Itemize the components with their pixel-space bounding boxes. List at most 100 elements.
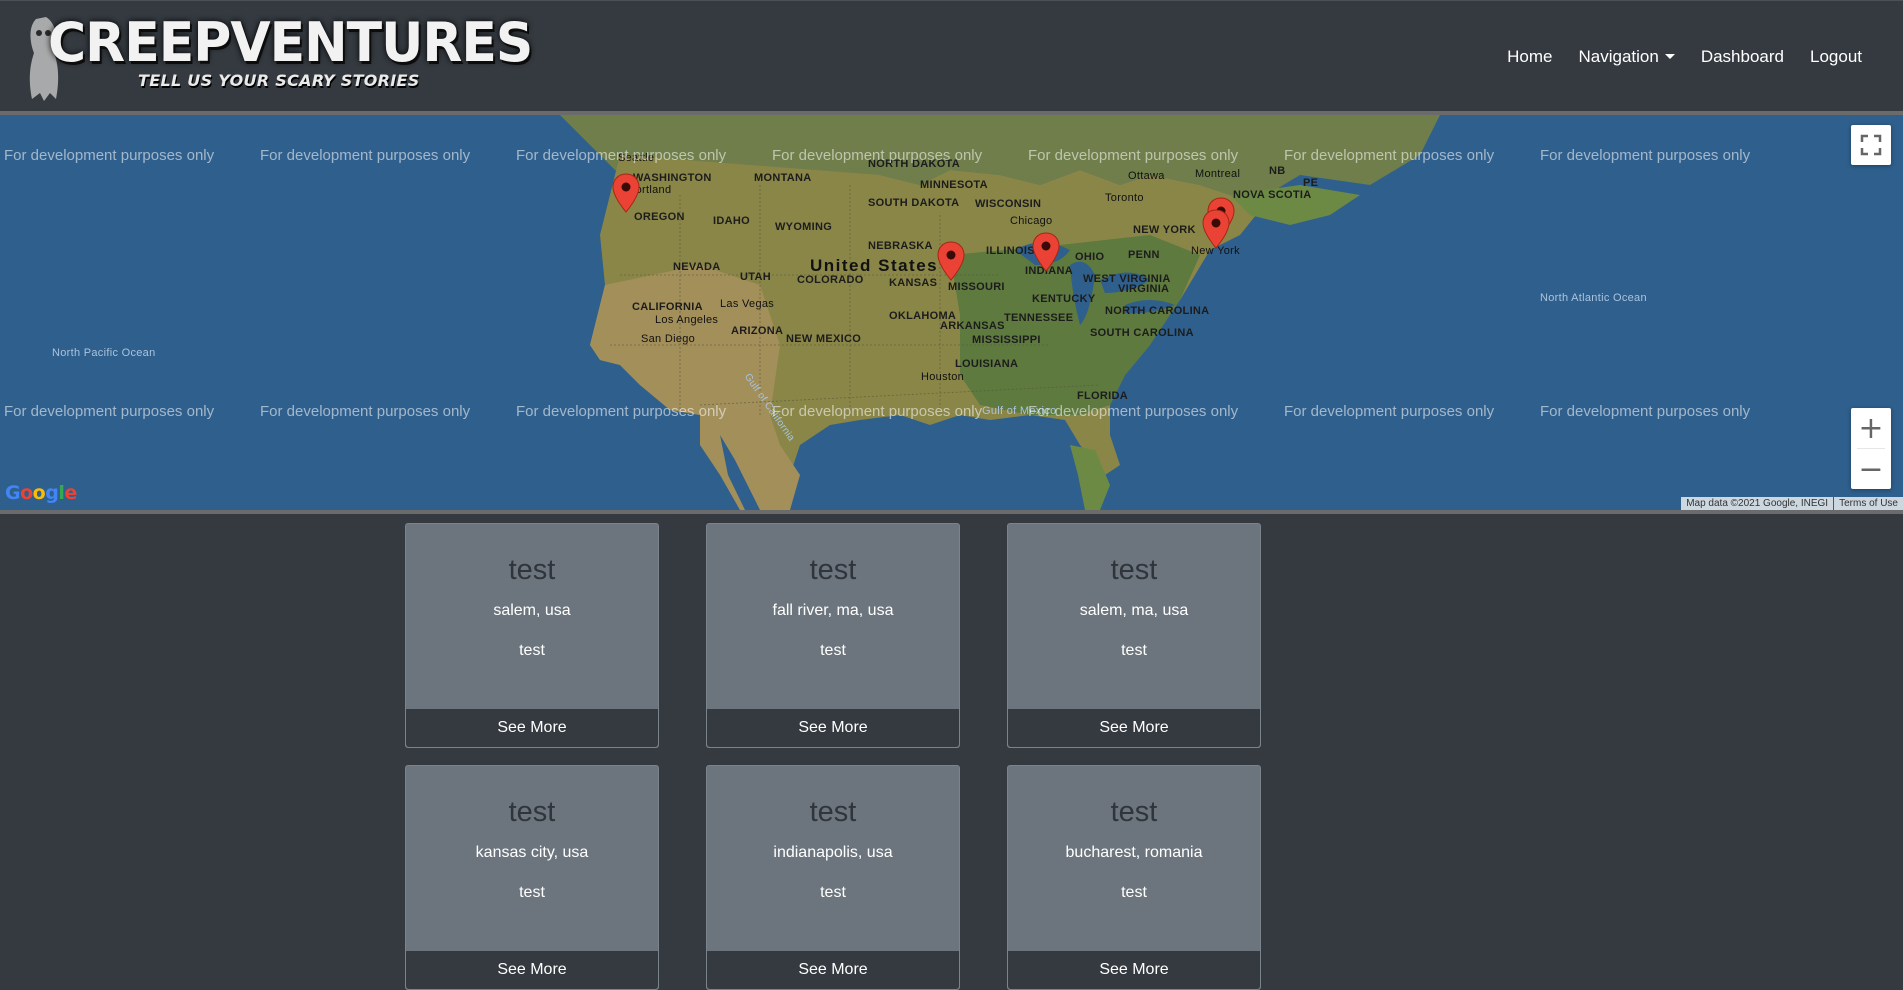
nav-links: Home Navigation Dashboard Logout: [1494, 43, 1875, 71]
map-label-new-mexico: NEW MEXICO: [786, 333, 862, 345]
map-label-pe: PE: [1303, 177, 1319, 189]
map-label-nova-scotia: NOVA SCOTIA: [1233, 189, 1312, 201]
map-label-virginia: VIRGINIA: [1118, 283, 1170, 295]
card-location: fall river, ma, usa: [772, 602, 894, 619]
map-label-ottawa: Ottawa: [1128, 170, 1165, 182]
card-location: bucharest, romania: [1065, 844, 1203, 861]
map-label-houston: Houston: [921, 371, 965, 383]
map-label-louisiana: LOUISIANA: [955, 358, 1019, 370]
story-card: test salem, usa test See More: [405, 523, 659, 748]
nav-navigation-dropdown[interactable]: Navigation: [1566, 43, 1688, 71]
dev-watermark: For development purposes only: [1284, 147, 1495, 164]
map-label-tennessee: TENNESSEE: [1004, 312, 1074, 324]
brand-logo[interactable]: CREEPVENTURES TELL US YOUR SCARY STORIES: [26, 13, 533, 105]
map-marker-pin-icon[interactable]: [1202, 209, 1230, 249]
map-label-north-carolina: NORTH CAROLINA: [1105, 305, 1210, 317]
see-more-button[interactable]: See More: [1008, 709, 1260, 747]
fullscreen-icon: [1860, 134, 1882, 156]
see-more-button[interactable]: See More: [1008, 951, 1260, 989]
brand-title: CREEPVENTURES: [48, 11, 533, 75]
map-label-south-dakota: SOUTH DAKOTA: [868, 197, 960, 209]
map-label-new-york: NEW YORK: [1133, 224, 1196, 236]
map-label-illinois: ILLINOIS: [986, 245, 1035, 257]
map-label-kansas: KANSAS: [889, 277, 938, 289]
fullscreen-button[interactable]: [1851, 125, 1891, 165]
google-logo[interactable]: Google: [5, 482, 77, 504]
card-title: test: [1110, 796, 1158, 828]
map-label-penn: PENN: [1128, 249, 1160, 261]
see-more-button[interactable]: See More: [707, 951, 959, 989]
nav-logout-link[interactable]: Logout: [1797, 43, 1875, 71]
map-label-toronto: Toronto: [1105, 192, 1144, 204]
map-label-wyoming: WYOMING: [775, 221, 833, 233]
card-location: indianapolis, usa: [773, 844, 893, 861]
card-description: test: [519, 884, 545, 901]
map-label-gulf-of-mexico: Gulf of Mexico: [982, 405, 1057, 417]
map-label-north-pacific: North Pacific Ocean: [52, 347, 156, 359]
map-label-florida: FLORIDA: [1077, 390, 1128, 402]
card-location: kansas city, usa: [475, 844, 589, 861]
nav-dashboard-link[interactable]: Dashboard: [1688, 43, 1797, 71]
map-label-oregon: OREGON: [634, 211, 685, 223]
map-label-arizona: ARIZONA: [731, 325, 784, 337]
map-data-attribution: Map data ©2021 Google, INEGI: [1681, 497, 1834, 510]
map-label-united-states: United States: [810, 256, 939, 275]
map-label-missouri: MISSOURI: [948, 281, 1005, 293]
map-label-montreal: Montreal: [1195, 168, 1241, 180]
map-label-oklahoma: OKLAHOMA: [889, 310, 957, 322]
see-more-button[interactable]: See More: [406, 951, 658, 989]
zoom-control: + −: [1851, 408, 1891, 489]
zoom-out-button[interactable]: −: [1851, 449, 1891, 489]
dev-watermark: For development purposes only: [516, 403, 727, 420]
card-title: test: [809, 796, 857, 828]
map-label-montana: MONTANA: [754, 172, 812, 184]
dev-watermark: For development purposes only: [1028, 147, 1239, 164]
map-label-washington: WASHINGTON: [633, 172, 712, 184]
nav-home-link[interactable]: Home: [1494, 43, 1565, 71]
card-title: test: [809, 554, 857, 586]
terms-of-use-link[interactable]: Terms of Use: [1834, 497, 1903, 510]
story-card: test fall river, ma, usa test See More: [706, 523, 960, 748]
map-label-california: CALIFORNIA: [632, 301, 703, 313]
caret-down-icon: [1664, 54, 1675, 59]
card-location: salem, ma, usa: [1079, 602, 1189, 619]
dev-watermark: For development purposes only: [260, 147, 471, 164]
google-map[interactable]: United States WASHINGTON OREGON MONTANA …: [0, 111, 1903, 514]
dev-watermark: For development purposes only: [1284, 403, 1495, 420]
story-card: test indianapolis, usa test See More: [706, 765, 960, 990]
map-label-los-angeles: Los Angeles: [655, 314, 719, 326]
map-label-chicago: Chicago: [1010, 215, 1053, 227]
map-marker-pin-icon[interactable]: [1032, 232, 1060, 272]
map-label-san-diego: San Diego: [641, 333, 696, 345]
card-description: test: [519, 642, 545, 659]
card-title: test: [508, 554, 556, 586]
map-label-las-vegas: Las Vegas: [720, 298, 775, 310]
card-title: test: [508, 796, 556, 828]
dev-watermark: For development purposes only: [4, 403, 215, 420]
card-title: test: [1110, 554, 1158, 586]
story-card: test bucharest, romania test See More: [1007, 765, 1261, 990]
map-label-mississippi: MISSISSIPPI: [972, 334, 1041, 346]
map-label-south-carolina: SOUTH CAROLINA: [1090, 327, 1194, 339]
card-description: test: [820, 642, 846, 659]
dev-watermark: For development purposes only: [772, 403, 983, 420]
see-more-button[interactable]: See More: [707, 709, 959, 747]
map-label-colorado: COLORADO: [797, 274, 864, 286]
map-label-wisconsin: WISCONSIN: [975, 198, 1042, 210]
dev-watermark: For development purposes only: [772, 147, 983, 164]
dev-watermark: For development purposes only: [260, 403, 471, 420]
map-label-nebraska: NEBRASKA: [868, 240, 933, 252]
card-description: test: [1121, 642, 1147, 659]
map-label-kentucky: KENTUCKY: [1032, 293, 1096, 305]
zoom-in-button[interactable]: +: [1851, 408, 1891, 448]
dev-watermark: For development purposes only: [516, 147, 727, 164]
brand-tagline: TELL US YOUR SCARY STORIES: [138, 71, 420, 90]
see-more-button[interactable]: See More: [406, 709, 658, 747]
story-card: test salem, ma, usa test See More: [1007, 523, 1261, 748]
map-label-nevada: NEVADA: [673, 261, 721, 273]
map-label-nb: NB: [1269, 165, 1286, 177]
map-marker-pin-icon[interactable]: [612, 173, 640, 213]
story-card: test kansas city, usa test See More: [405, 765, 659, 990]
map-label-ohio: OHIO: [1075, 251, 1105, 263]
map-marker-pin-icon[interactable]: [937, 241, 965, 281]
